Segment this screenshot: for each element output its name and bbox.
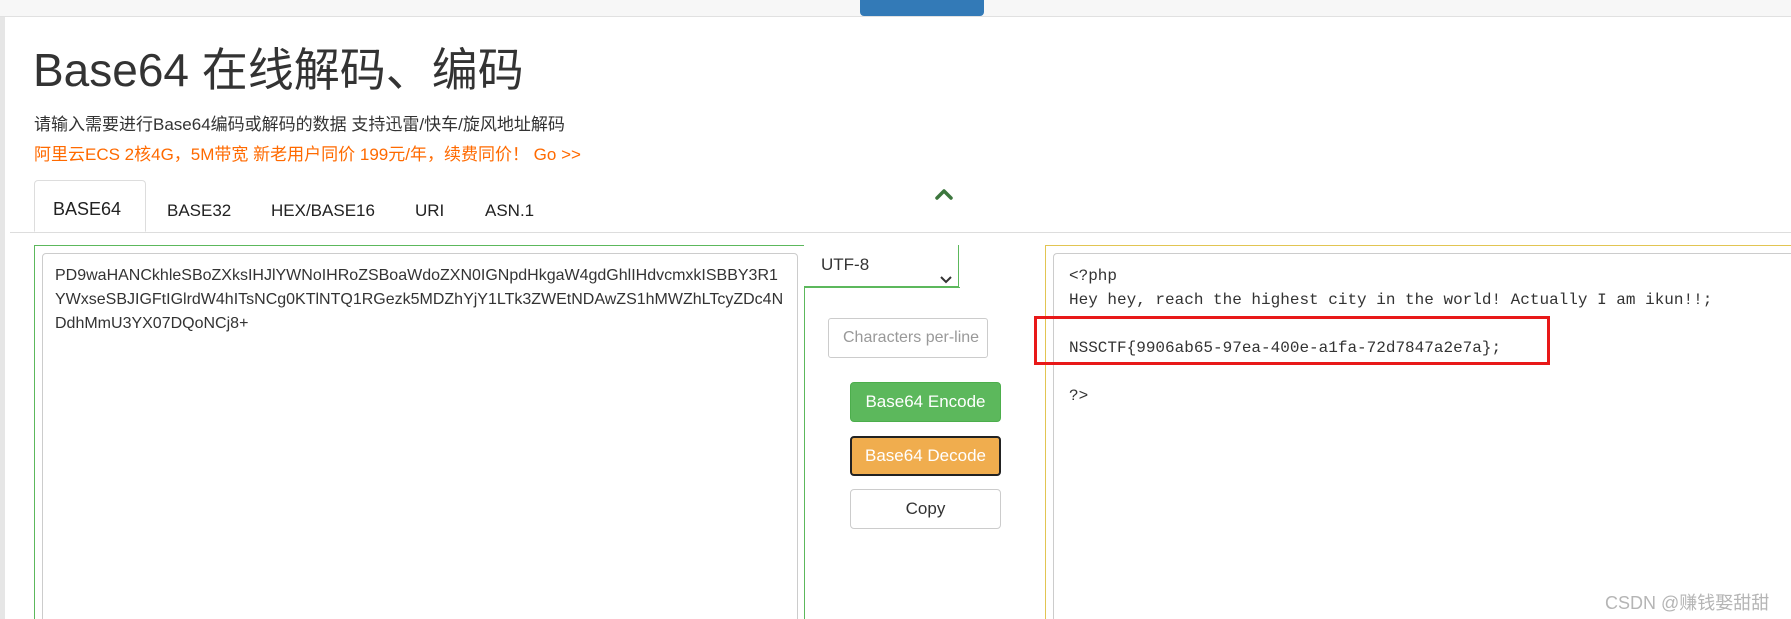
- output-line: ​: [1069, 312, 1788, 336]
- tab-bar: BASE64 BASE32 HEX/BASE16 URI ASN.1: [10, 180, 1791, 233]
- tab-uri[interactable]: URI: [415, 190, 444, 232]
- encoding-select-value: UTF-8: [821, 255, 870, 274]
- tab-base64[interactable]: BASE64: [34, 180, 146, 232]
- output-line: Hey hey, reach the highest city in the w…: [1069, 291, 1713, 309]
- promo-link[interactable]: 阿里云ECS 2核4G，5M带宽 新老用户同价 199元/年，续费同价！ Go …: [34, 140, 581, 165]
- encoding-select[interactable]: UTF-8: [804, 245, 959, 287]
- nav-item-3[interactable]: [595, 0, 625, 8]
- page-description: 请输入需要进行Base64编码或解码的数据 支持迅雷/快车/旋风地址解码: [34, 115, 565, 134]
- page: Base64 在线解码、编码 请输入需要进行Base64编码或解码的数据 支持迅…: [0, 0, 1791, 619]
- base64-decode-button[interactable]: Base64 Decode: [850, 436, 1001, 476]
- output-flag-line: NSSCTF{9906ab65-97ea-400e-a1fa-72d7847a2…: [1069, 339, 1502, 357]
- output-textarea[interactable]: <?php Hey hey, reach the highest city in …: [1053, 253, 1791, 619]
- nav-item-6[interactable]: [1006, 0, 1046, 8]
- page-title: Base64 在线解码、编码: [33, 44, 524, 96]
- watermark: CSDN @赚钱娶甜甜: [1605, 593, 1770, 613]
- chevron-up-icon[interactable]: [934, 186, 954, 202]
- output-line: <?php: [1069, 267, 1118, 285]
- nav-item-7[interactable]: [1090, 0, 1170, 8]
- chevron-down-icon: [940, 260, 952, 284]
- input-textarea[interactable]: PD9waHANCkhleSBoZXksIHJlYWNoIHRoZSBoaWdo…: [42, 253, 798, 619]
- tab-hex-base16[interactable]: HEX/BASE16: [271, 190, 375, 232]
- copy-button[interactable]: Copy: [850, 489, 1001, 529]
- base64-encode-button[interactable]: Base64 Encode: [850, 382, 1001, 422]
- output-line: ​: [1069, 360, 1788, 384]
- nav-item-4[interactable]: [672, 0, 722, 8]
- nav-item-active[interactable]: [860, 0, 984, 16]
- top-navbar: [0, 0, 1791, 17]
- nav-item-2[interactable]: [508, 0, 548, 8]
- output-line: ?>: [1069, 387, 1089, 405]
- window-edge: [0, 0, 5, 619]
- chars-per-line-input[interactable]: Characters per-line: [828, 318, 988, 358]
- tab-asn1[interactable]: ASN.1: [485, 190, 534, 232]
- nav-item-9[interactable]: [1322, 0, 1402, 8]
- nav-item-1[interactable]: [395, 0, 465, 8]
- nav-item-8[interactable]: [1212, 0, 1282, 8]
- tab-base32[interactable]: BASE32: [167, 190, 231, 232]
